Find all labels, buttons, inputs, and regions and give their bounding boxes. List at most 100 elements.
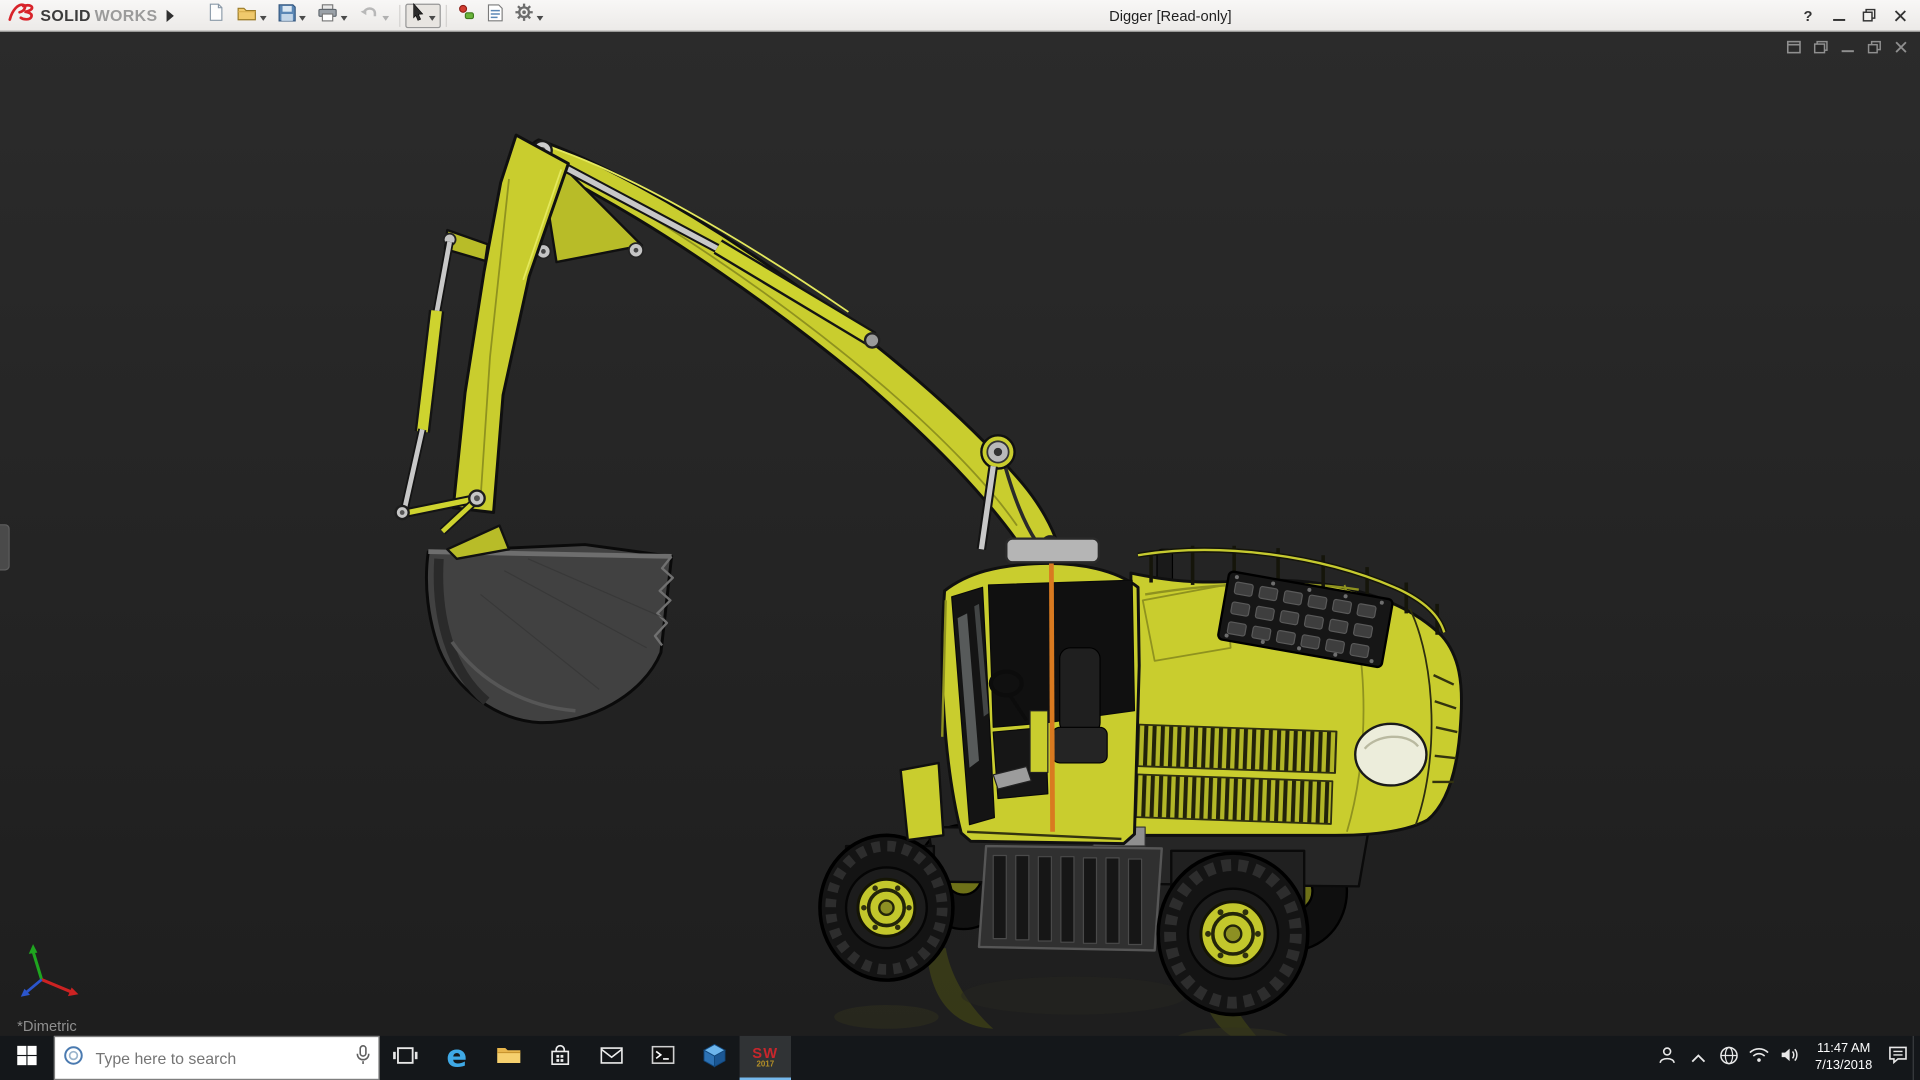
terminal-button[interactable] [637, 1036, 688, 1080]
rebuild-icon [456, 3, 476, 27]
print-button[interactable] [312, 3, 352, 27]
store-icon [549, 1044, 570, 1072]
save-button[interactable] [273, 3, 311, 27]
doc-minimize-icon[interactable] [1840, 38, 1855, 60]
start-button[interactable] [0, 1036, 54, 1080]
brand-works-text: WORKS [94, 6, 158, 25]
file-explorer-button[interactable] [482, 1036, 533, 1080]
front-right-wheel [1156, 851, 1310, 1017]
options-button[interactable] [509, 3, 548, 27]
cad-cube-button[interactable] [688, 1036, 739, 1080]
select-tool-button[interactable] [404, 2, 441, 28]
show-desktop-button[interactable] [1912, 1035, 1920, 1080]
people-icon [1657, 1046, 1678, 1070]
print-icon [317, 3, 338, 27]
solidworks-2017-icon: SW 2017 [752, 1044, 779, 1070]
titlebar: SOLID WORKS Digger [Read-only] ? [0, 0, 1920, 32]
minimize-button[interactable] [1823, 2, 1854, 29]
restore-button[interactable] [1854, 2, 1885, 29]
collapsed-pane-tab[interactable] [0, 524, 10, 571]
store-button[interactable] [534, 1036, 585, 1080]
hidden-icons-button[interactable] [1683, 1036, 1714, 1080]
undo-button[interactable] [353, 3, 393, 27]
stick-cylinder [400, 232, 457, 510]
reference-triad-icon [20, 944, 79, 997]
operator-cab [899, 537, 1141, 846]
taskbar-clock[interactable]: 11:47 AM 7/13/2018 [1805, 1036, 1882, 1080]
graphics-viewport[interactable]: *Dimetric [0, 31, 1920, 1036]
chevron-down-icon[interactable] [428, 4, 436, 26]
chevron-down-icon[interactable] [381, 4, 389, 26]
document-title: Digger [Read-only] [1109, 6, 1232, 24]
chevron-down-icon[interactable] [536, 4, 543, 26]
clock-date: 7/13/2018 [1815, 1057, 1873, 1073]
taskbar: e SW 2017 [0, 1035, 1920, 1080]
chevron-down-icon[interactable] [259, 4, 267, 26]
edge-icon: e [446, 1038, 468, 1074]
new-document-button[interactable] [202, 3, 230, 27]
edge-button[interactable]: e [431, 1036, 482, 1080]
save-icon [277, 3, 296, 27]
clock-time: 11:47 AM [1816, 1041, 1871, 1056]
bucket [424, 524, 674, 725]
microphone-icon[interactable] [355, 1044, 371, 1071]
volume-icon [1780, 1047, 1800, 1069]
front-left-wheel [818, 833, 955, 982]
new-window-icon[interactable] [1786, 38, 1802, 60]
chevron-down-icon[interactable] [340, 4, 347, 26]
solidworks-window: SOLID WORKS Digger [Read-only] ? *Dimetr… [0, 0, 1920, 1080]
close-button[interactable] [1884, 2, 1915, 29]
action-center-icon [1888, 1046, 1908, 1070]
dassault-logo-icon [7, 2, 36, 28]
file-properties-button[interactable] [482, 3, 508, 27]
solidworks-2017-button[interactable]: SW 2017 [739, 1035, 792, 1080]
cortana-icon [62, 1044, 84, 1072]
network-button[interactable] [1713, 1036, 1744, 1080]
search-input[interactable] [93, 1047, 347, 1069]
network-globe-icon [1719, 1045, 1739, 1071]
toolbar-separator [445, 4, 447, 27]
solidworks-brand[interactable]: SOLID WORKS [0, 2, 177, 28]
select-cursor-icon [410, 2, 426, 28]
wifi-icon [1749, 1047, 1770, 1069]
chevron-up-icon [1691, 1047, 1706, 1069]
open-button[interactable] [231, 3, 271, 27]
view-orientation-label: *Dimetric [17, 1017, 77, 1035]
terminal-icon [651, 1045, 674, 1070]
brand-solid-text: SOLID [40, 6, 91, 25]
bucket-cylinder [557, 160, 881, 349]
file-explorer-icon [495, 1044, 521, 1071]
action-center-button[interactable] [1882, 1036, 1913, 1080]
wifi-button[interactable] [1744, 1036, 1775, 1080]
gear-icon [514, 2, 534, 28]
boom-arm [524, 138, 1060, 562]
help-button[interactable]: ? [1793, 2, 1824, 29]
rebuild-button[interactable] [451, 3, 480, 27]
task-view-icon [393, 1045, 418, 1071]
system-tray: 11:47 AM 7/13/2018 [1652, 1035, 1920, 1080]
file-properties-icon [487, 3, 503, 27]
chevron-down-icon[interactable] [298, 4, 306, 26]
engine-housing [1092, 545, 1463, 847]
volume-button[interactable] [1775, 1036, 1806, 1080]
doc-restore-icon[interactable] [1867, 38, 1882, 60]
mail-button[interactable] [585, 1036, 636, 1080]
window-controls: ? [1793, 2, 1920, 29]
dipper-stick [443, 133, 570, 514]
document-window-controls [1786, 38, 1908, 60]
quick-access-toolbar [202, 2, 549, 28]
doc-close-icon[interactable] [1894, 38, 1907, 60]
menu-flyout-arrow-icon[interactable] [166, 9, 174, 22]
cad-cube-icon [702, 1043, 726, 1074]
toolbar-separator [398, 4, 400, 27]
people-button[interactable] [1652, 1036, 1683, 1080]
new-document-icon [206, 2, 224, 28]
task-view-button[interactable] [380, 1036, 431, 1080]
cascade-windows-icon[interactable] [1813, 38, 1828, 60]
open-folder-icon [236, 3, 257, 27]
excavator-model[interactable] [0, 32, 1920, 1036]
windows-logo-icon [17, 1045, 37, 1071]
mail-icon [599, 1046, 623, 1069]
taskbar-search[interactable] [53, 1035, 380, 1080]
undo-icon [358, 4, 379, 27]
